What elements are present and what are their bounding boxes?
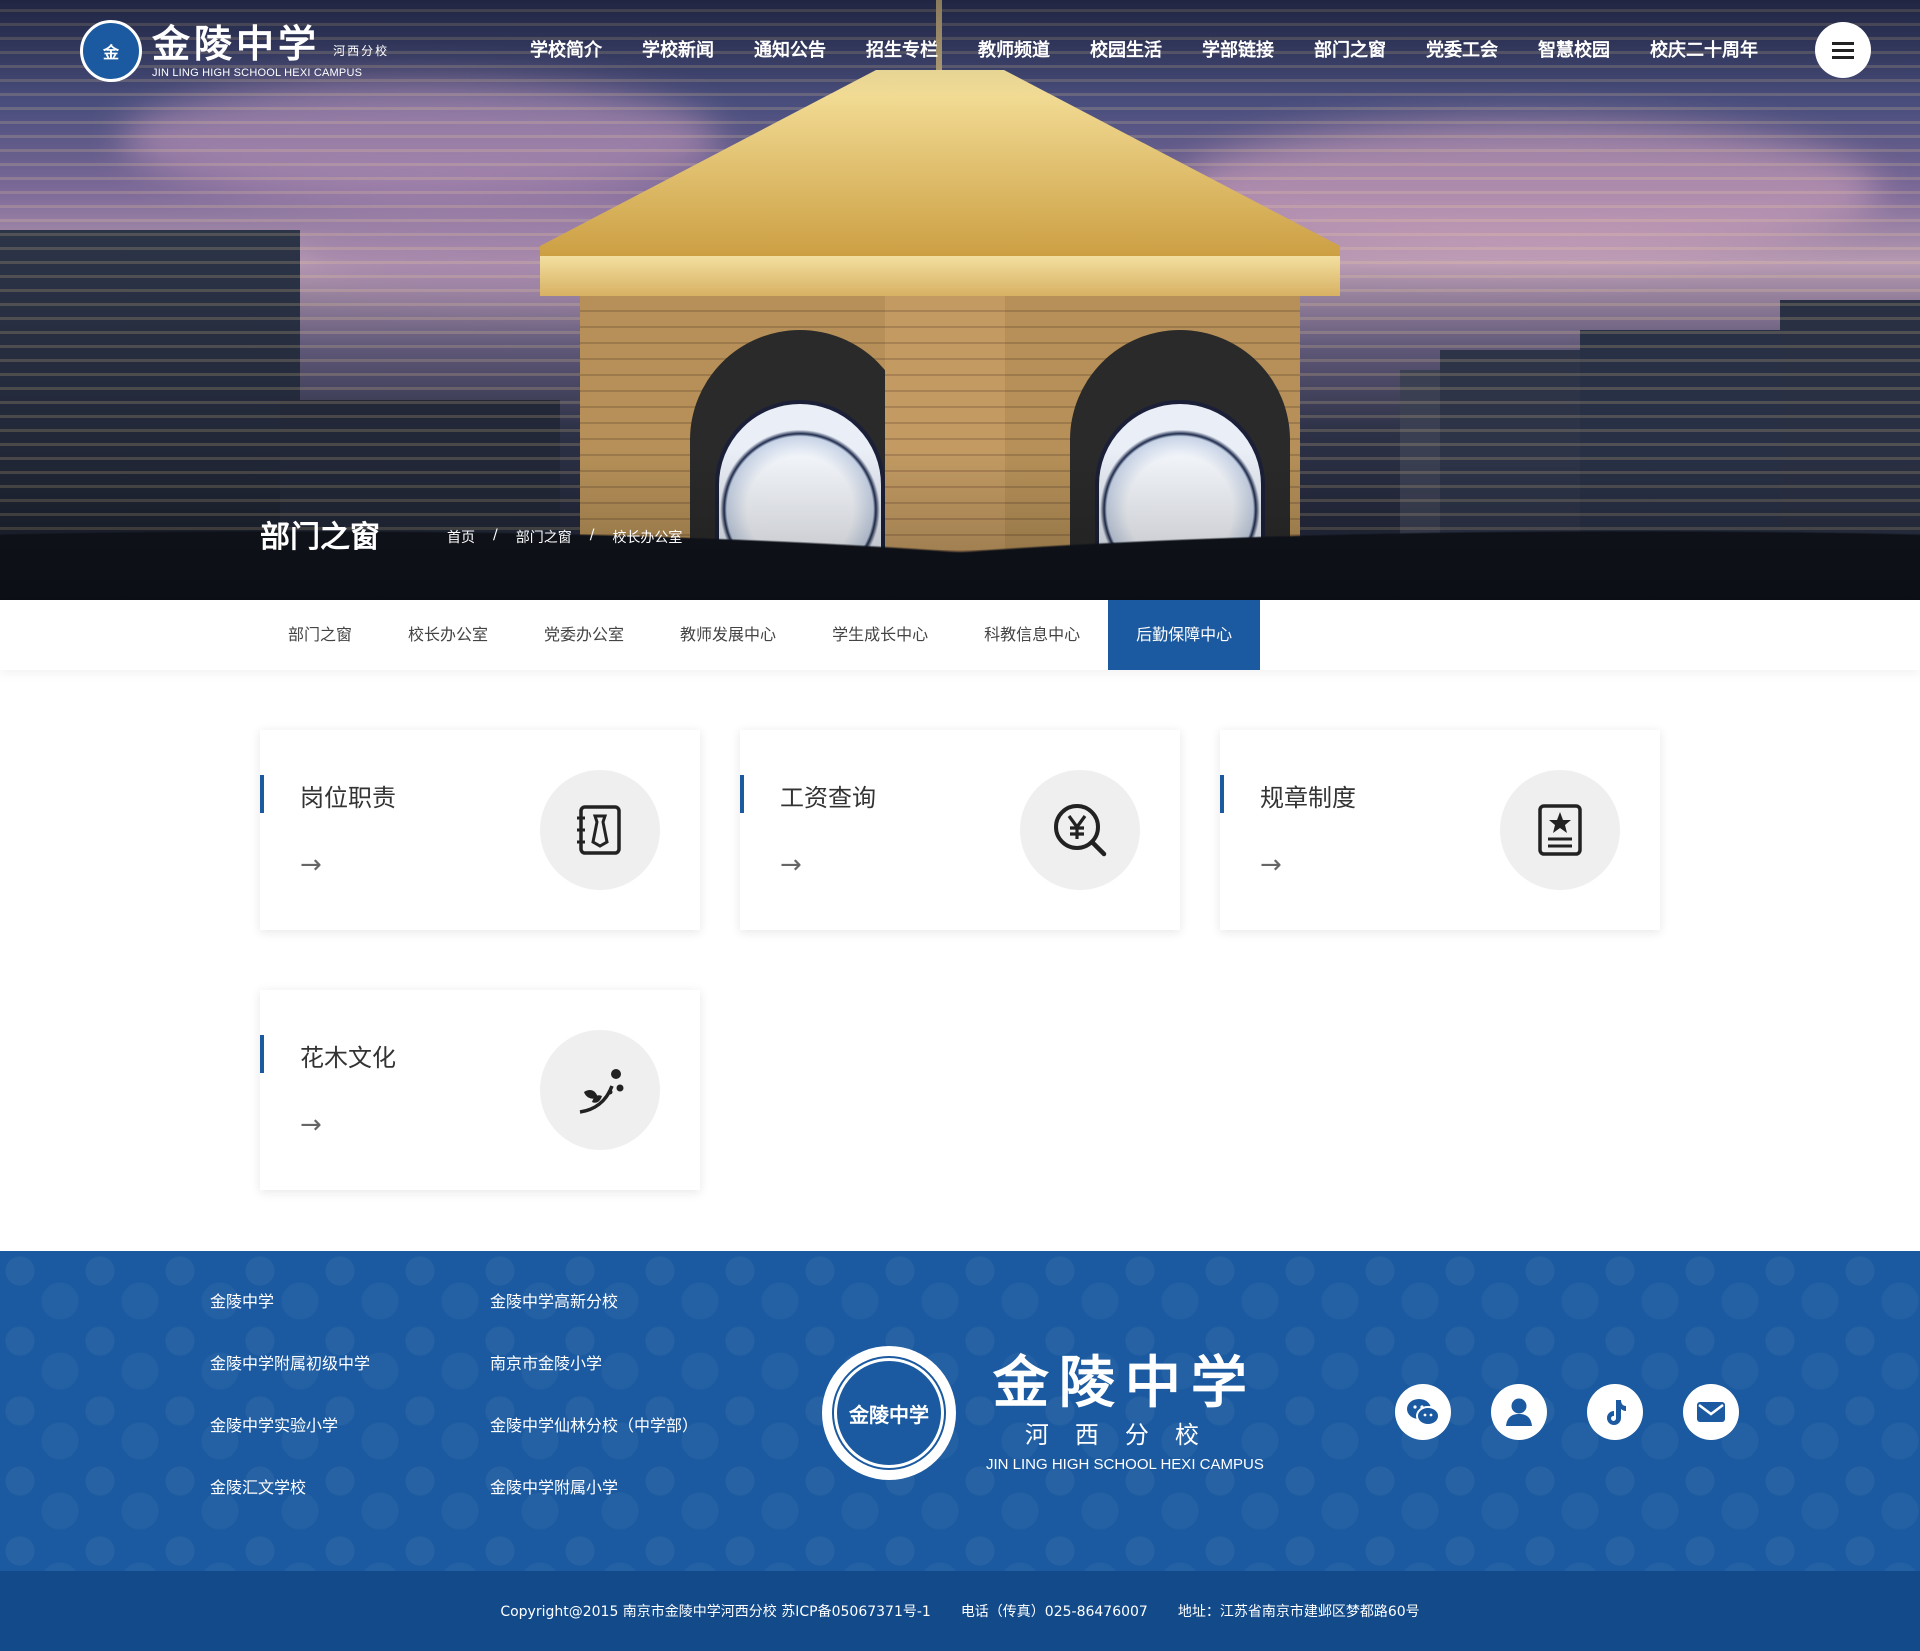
department-subnav: 部门之窗 校长办公室 党委办公室 教师发展中心 学生成长中心 科教信息中心 后勤… — [0, 600, 1920, 670]
card-accent-bar — [260, 1035, 264, 1073]
subnav-item-teacher-development[interactable]: 教师发展中心 — [652, 600, 804, 670]
tiktok-icon[interactable] — [1587, 1384, 1643, 1440]
nav-item-school-news[interactable]: 学校新闻 — [642, 36, 714, 62]
footer-link[interactable]: 金陵中学仙林分校（中学部） — [490, 1415, 750, 1437]
footer-links: 金陵中学 金陵中学高新分校 金陵中学附属初级中学 南京市金陵小学 金陵中学实验小… — [210, 1291, 750, 1499]
subnav-item-student-growth[interactable]: 学生成长中心 — [804, 600, 956, 670]
hamburger-icon — [1832, 48, 1854, 52]
nav-item-smart-campus[interactable]: 智慧校园 — [1538, 36, 1610, 62]
footer-brand-title: 金陵中学 — [992, 1350, 1257, 1416]
subnav-item-principal-office[interactable]: 校长办公室 — [380, 600, 516, 670]
breadcrumb-departments[interactable]: 部门之窗 — [516, 527, 572, 547]
star-document-icon — [1500, 770, 1620, 890]
breadcrumb-separator: / — [589, 527, 595, 543]
logo-title: 金陵中学 — [152, 21, 321, 66]
hamburger-menu-button[interactable] — [1815, 22, 1871, 78]
arrow-right-icon[interactable]: → — [1260, 850, 1282, 880]
school-seal-icon: 金 — [80, 20, 142, 82]
social-links — [1395, 1384, 1739, 1440]
arrow-right-icon[interactable]: → — [300, 1110, 322, 1140]
card-title: 岗位职责 — [300, 784, 396, 812]
footer-link[interactable]: 金陵中学附属小学 — [490, 1477, 750, 1499]
card-accent-bar — [260, 775, 264, 813]
nav-item-notices[interactable]: 通知公告 — [754, 36, 826, 62]
card-flower-culture[interactable]: 花木文化 → — [260, 990, 700, 1190]
footer-brand: 金陵中学 金陵中学 河西分校 JIN LING HIGH SCHOOL HEXI… — [822, 1346, 1264, 1480]
phone-text: 电话（传真）025-86476007 — [960, 1604, 1148, 1620]
nav-item-school-intro[interactable]: 学校简介 — [530, 36, 602, 62]
footer-link[interactable]: 金陵中学高新分校 — [490, 1291, 750, 1313]
main-nav: 学校简介 学校新闻 通知公告 招生专栏 教师频道 校园生活 学部链接 部门之窗 … — [530, 36, 1798, 62]
card-title: 工资查询 — [780, 784, 876, 812]
subnav-item-research-info[interactable]: 科教信息中心 — [956, 600, 1108, 670]
card-regulations[interactable]: 规章制度 → — [1220, 730, 1660, 930]
breadcrumb-home[interactable]: 首页 — [447, 527, 475, 547]
wechat-icon[interactable] — [1395, 1384, 1451, 1440]
site-logo[interactable]: 金 金陵中学 河西分校 JIN LING HIGH SCHOOL HEXI CA… — [80, 20, 389, 82]
flower-icon — [540, 1030, 660, 1150]
footer-link[interactable]: 金陵中学附属初级中学 — [210, 1353, 490, 1375]
logo-subtitle: 河西分校 — [333, 44, 390, 58]
footer-brand-english: JIN LING HIGH SCHOOL HEXI CAMPUS — [986, 1456, 1264, 1473]
copyright-text: Copyright@2015 南京市金陵中学河西分校 苏ICP备05067371… — [500, 1604, 931, 1620]
contact-book-icon — [540, 770, 660, 890]
nav-item-departments[interactable]: 部门之窗 — [1314, 36, 1386, 62]
subnav-item-party-office[interactable]: 党委办公室 — [516, 600, 652, 670]
hero-banner — [0, 0, 1920, 600]
footer-brand-subtitle: 河西分校 — [1024, 1421, 1225, 1449]
card-job-duties[interactable]: 岗位职责 → — [260, 730, 700, 930]
nav-item-party-union[interactable]: 党委工会 — [1426, 36, 1498, 62]
footer-link[interactable]: 金陵汇文学校 — [210, 1477, 490, 1499]
mail-icon[interactable] — [1683, 1384, 1739, 1440]
logo-english: JIN LING HIGH SCHOOL HEXI CAMPUS — [152, 67, 363, 79]
breadcrumb: 首页 / 部门之窗 / 校长办公室 — [447, 527, 682, 547]
card-salary-query[interactable]: 工资查询 → — [740, 730, 1180, 930]
arrow-right-icon[interactable]: → — [300, 850, 322, 880]
arrow-right-icon[interactable]: → — [780, 850, 802, 880]
card-accent-bar — [740, 775, 744, 813]
breadcrumb-current[interactable]: 校长办公室 — [612, 527, 682, 547]
nav-item-anniversary[interactable]: 校庆二十周年 — [1650, 36, 1758, 62]
address-text: 地址：江苏省南京市建邺区梦都路60号 — [1177, 1604, 1420, 1620]
card-title: 规章制度 — [1260, 784, 1356, 812]
subnav-item-logistics[interactable]: 后勤保障中心 — [1108, 600, 1261, 670]
subnav-item-departments[interactable]: 部门之窗 — [260, 600, 380, 670]
page-title: 部门之窗 — [260, 520, 380, 555]
card-title: 花木文化 — [300, 1044, 396, 1072]
yuan-search-icon — [1020, 770, 1140, 890]
footer: 金陵中学 金陵中学高新分校 金陵中学附属初级中学 南京市金陵小学 金陵中学实验小… — [0, 1251, 1920, 1571]
nav-item-admissions[interactable]: 招生专栏 — [866, 36, 938, 62]
user-icon[interactable] — [1491, 1384, 1547, 1440]
nav-item-campus-life[interactable]: 校园生活 — [1090, 36, 1162, 62]
copyright-bar: Copyright@2015 南京市金陵中学河西分校 苏ICP备05067371… — [0, 1571, 1920, 1651]
footer-link[interactable]: 南京市金陵小学 — [490, 1353, 750, 1375]
school-seal-icon: 金陵中学 — [822, 1346, 956, 1480]
breadcrumb-separator: / — [493, 527, 498, 543]
nav-item-division-links[interactable]: 学部链接 — [1202, 36, 1274, 62]
card-accent-bar — [1220, 775, 1224, 813]
footer-link[interactable]: 金陵中学实验小学 — [210, 1415, 490, 1437]
nav-item-teachers[interactable]: 教师频道 — [978, 36, 1050, 62]
footer-link[interactable]: 金陵中学 — [210, 1291, 490, 1313]
